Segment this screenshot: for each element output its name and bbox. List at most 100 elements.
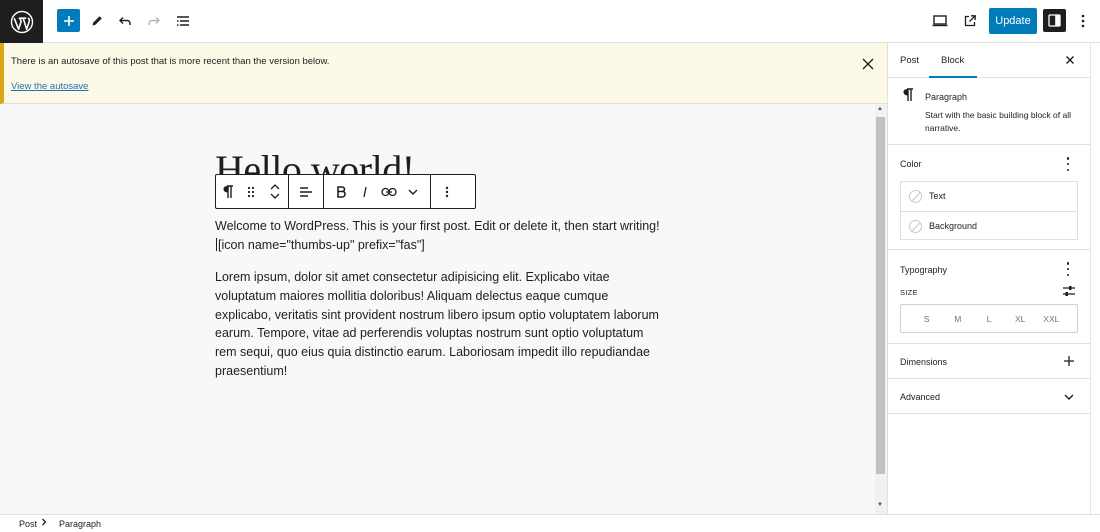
breadcrumb-post[interactable]: Post [19,519,37,529]
chevron-up-icon [270,184,280,190]
size-option-s[interactable]: S [915,314,939,324]
size-option-l[interactable]: L [977,314,1001,324]
size-option-xxl[interactable]: XXL [1039,314,1063,324]
typography-options-button[interactable] [1064,262,1072,276]
list-view-icon [177,16,189,26]
panel-divider [888,249,1090,250]
add-block-button[interactable] [57,9,80,32]
close-settings-button[interactable] [1062,52,1078,68]
color-item-background[interactable]: Background [901,211,1077,240]
redo-button[interactable] [142,9,166,33]
paragraph-text-after-caret: [icon name="thumbs-up" prefix="fas"] [218,237,425,252]
settings-toggle-button[interactable] [1043,9,1066,32]
color-options-button[interactable] [1064,157,1072,171]
editor-header: Update [0,0,1100,43]
wordpress-icon [10,10,33,33]
sidebar-tabs: Post Block [888,43,1090,78]
redo-icon [148,17,160,25]
dimensions-panel-title[interactable]: Dimensions [900,357,947,367]
dot-icon [1066,157,1070,160]
canvas-scrollbar-thumb[interactable] [876,117,885,474]
plus-icon [63,15,74,26]
paragraph-text-before-caret: Welcome to WordPress. This is your first… [215,219,660,233]
drag-handle-icon [247,186,255,197]
more-vertical-icon [445,186,449,197]
paragraph-block-switcher[interactable] [216,175,240,208]
block-card: Paragraph Start with the basic building … [888,78,1090,145]
preview-button[interactable] [928,9,952,33]
italic-button[interactable] [353,175,377,208]
tab-block[interactable]: Block [941,55,964,66]
paragraph-icon [223,184,233,198]
color-settings-box: Text Background [900,181,1078,240]
bold-icon [337,185,346,198]
notice-dismiss-button[interactable] [860,56,876,72]
settings-sidebar: Post Block Paragraph Start with the basi… [887,43,1100,514]
block-toolbar [215,174,476,209]
close-icon [1066,56,1074,64]
chevron-right-icon [41,518,47,528]
chevron-down-icon [1064,394,1074,400]
desktop-icon [932,15,948,27]
close-icon [862,58,874,70]
document-overview-button[interactable] [171,9,195,33]
chevron-down-icon [408,189,418,195]
autosave-notice: There is an autosave of this post that i… [0,43,887,104]
wordpress-logo-button[interactable] [0,0,43,43]
bold-button[interactable] [329,175,353,208]
block-options-button[interactable] [435,175,459,208]
editor-canvas[interactable]: Hello world! Welcome to WordPress. This … [0,104,875,514]
custom-size-button[interactable] [1062,284,1076,298]
view-post-button[interactable] [958,9,982,33]
block-breadcrumb: Post Paragraph [0,514,1100,532]
size-option-xl[interactable]: XL [1008,314,1032,324]
options-menu-button[interactable] [1071,9,1095,33]
panel-divider [888,413,1090,414]
advanced-toggle-button[interactable] [1062,390,1076,404]
update-button[interactable]: Update [989,8,1037,34]
typography-panel-title: Typography [900,265,948,275]
settings-sliders-icon [1063,286,1075,296]
plus-icon [1064,356,1074,366]
more-formatting-button[interactable] [401,175,425,208]
panel-divider [888,378,1090,379]
dot-icon [1066,168,1070,171]
paragraph-block-welcome[interactable]: Welcome to WordPress. This is your first… [215,217,660,255]
panel-divider [888,343,1090,344]
italic-icon [363,186,367,197]
drag-handle[interactable] [240,175,262,208]
link-button[interactable] [377,175,401,208]
pencil-icon [92,16,102,26]
notice-message: There is an autosave of this post that i… [11,56,330,67]
color-panel-title: Color [900,159,922,169]
empty-swatch-icon [909,220,922,233]
size-option-m[interactable]: M [946,314,970,324]
block-card-description: Start with the basic building block of a… [925,110,1071,133]
block-switcher-group [216,175,289,208]
color-item-text[interactable]: Text [901,182,1077,211]
color-item-label: Background [929,221,978,231]
sidebar-scrollbar[interactable] [1090,43,1100,514]
view-autosave-link[interactable]: View the autosave [11,81,88,92]
dot-icon [1066,267,1070,271]
paragraph-icon [902,88,914,105]
tools-pencil-button[interactable] [85,9,109,33]
dot-icon [1066,262,1070,265]
align-text-button[interactable] [294,175,318,208]
undo-button[interactable] [113,9,137,33]
advanced-panel-title[interactable]: Advanced [900,392,940,402]
dot-icon [1066,273,1070,276]
font-size-label: SIZE [900,288,918,297]
move-up-down-buttons[interactable] [262,175,288,208]
block-card-title: Paragraph [925,92,968,102]
scroll-up-arrow-icon[interactable]: ▲ [877,106,883,112]
dimensions-add-button[interactable] [1062,354,1076,368]
empty-swatch-icon [909,190,922,203]
chevron-down-icon [270,193,280,199]
sidebar-icon [1048,14,1061,27]
tab-post[interactable]: Post [900,55,919,66]
paragraph-block-lorem[interactable]: Lorem ipsum, dolor sit amet consectetur … [215,268,660,381]
align-left-icon [300,186,312,197]
scroll-down-arrow-icon[interactable]: ▼ [877,502,883,508]
external-link-icon [964,15,976,27]
